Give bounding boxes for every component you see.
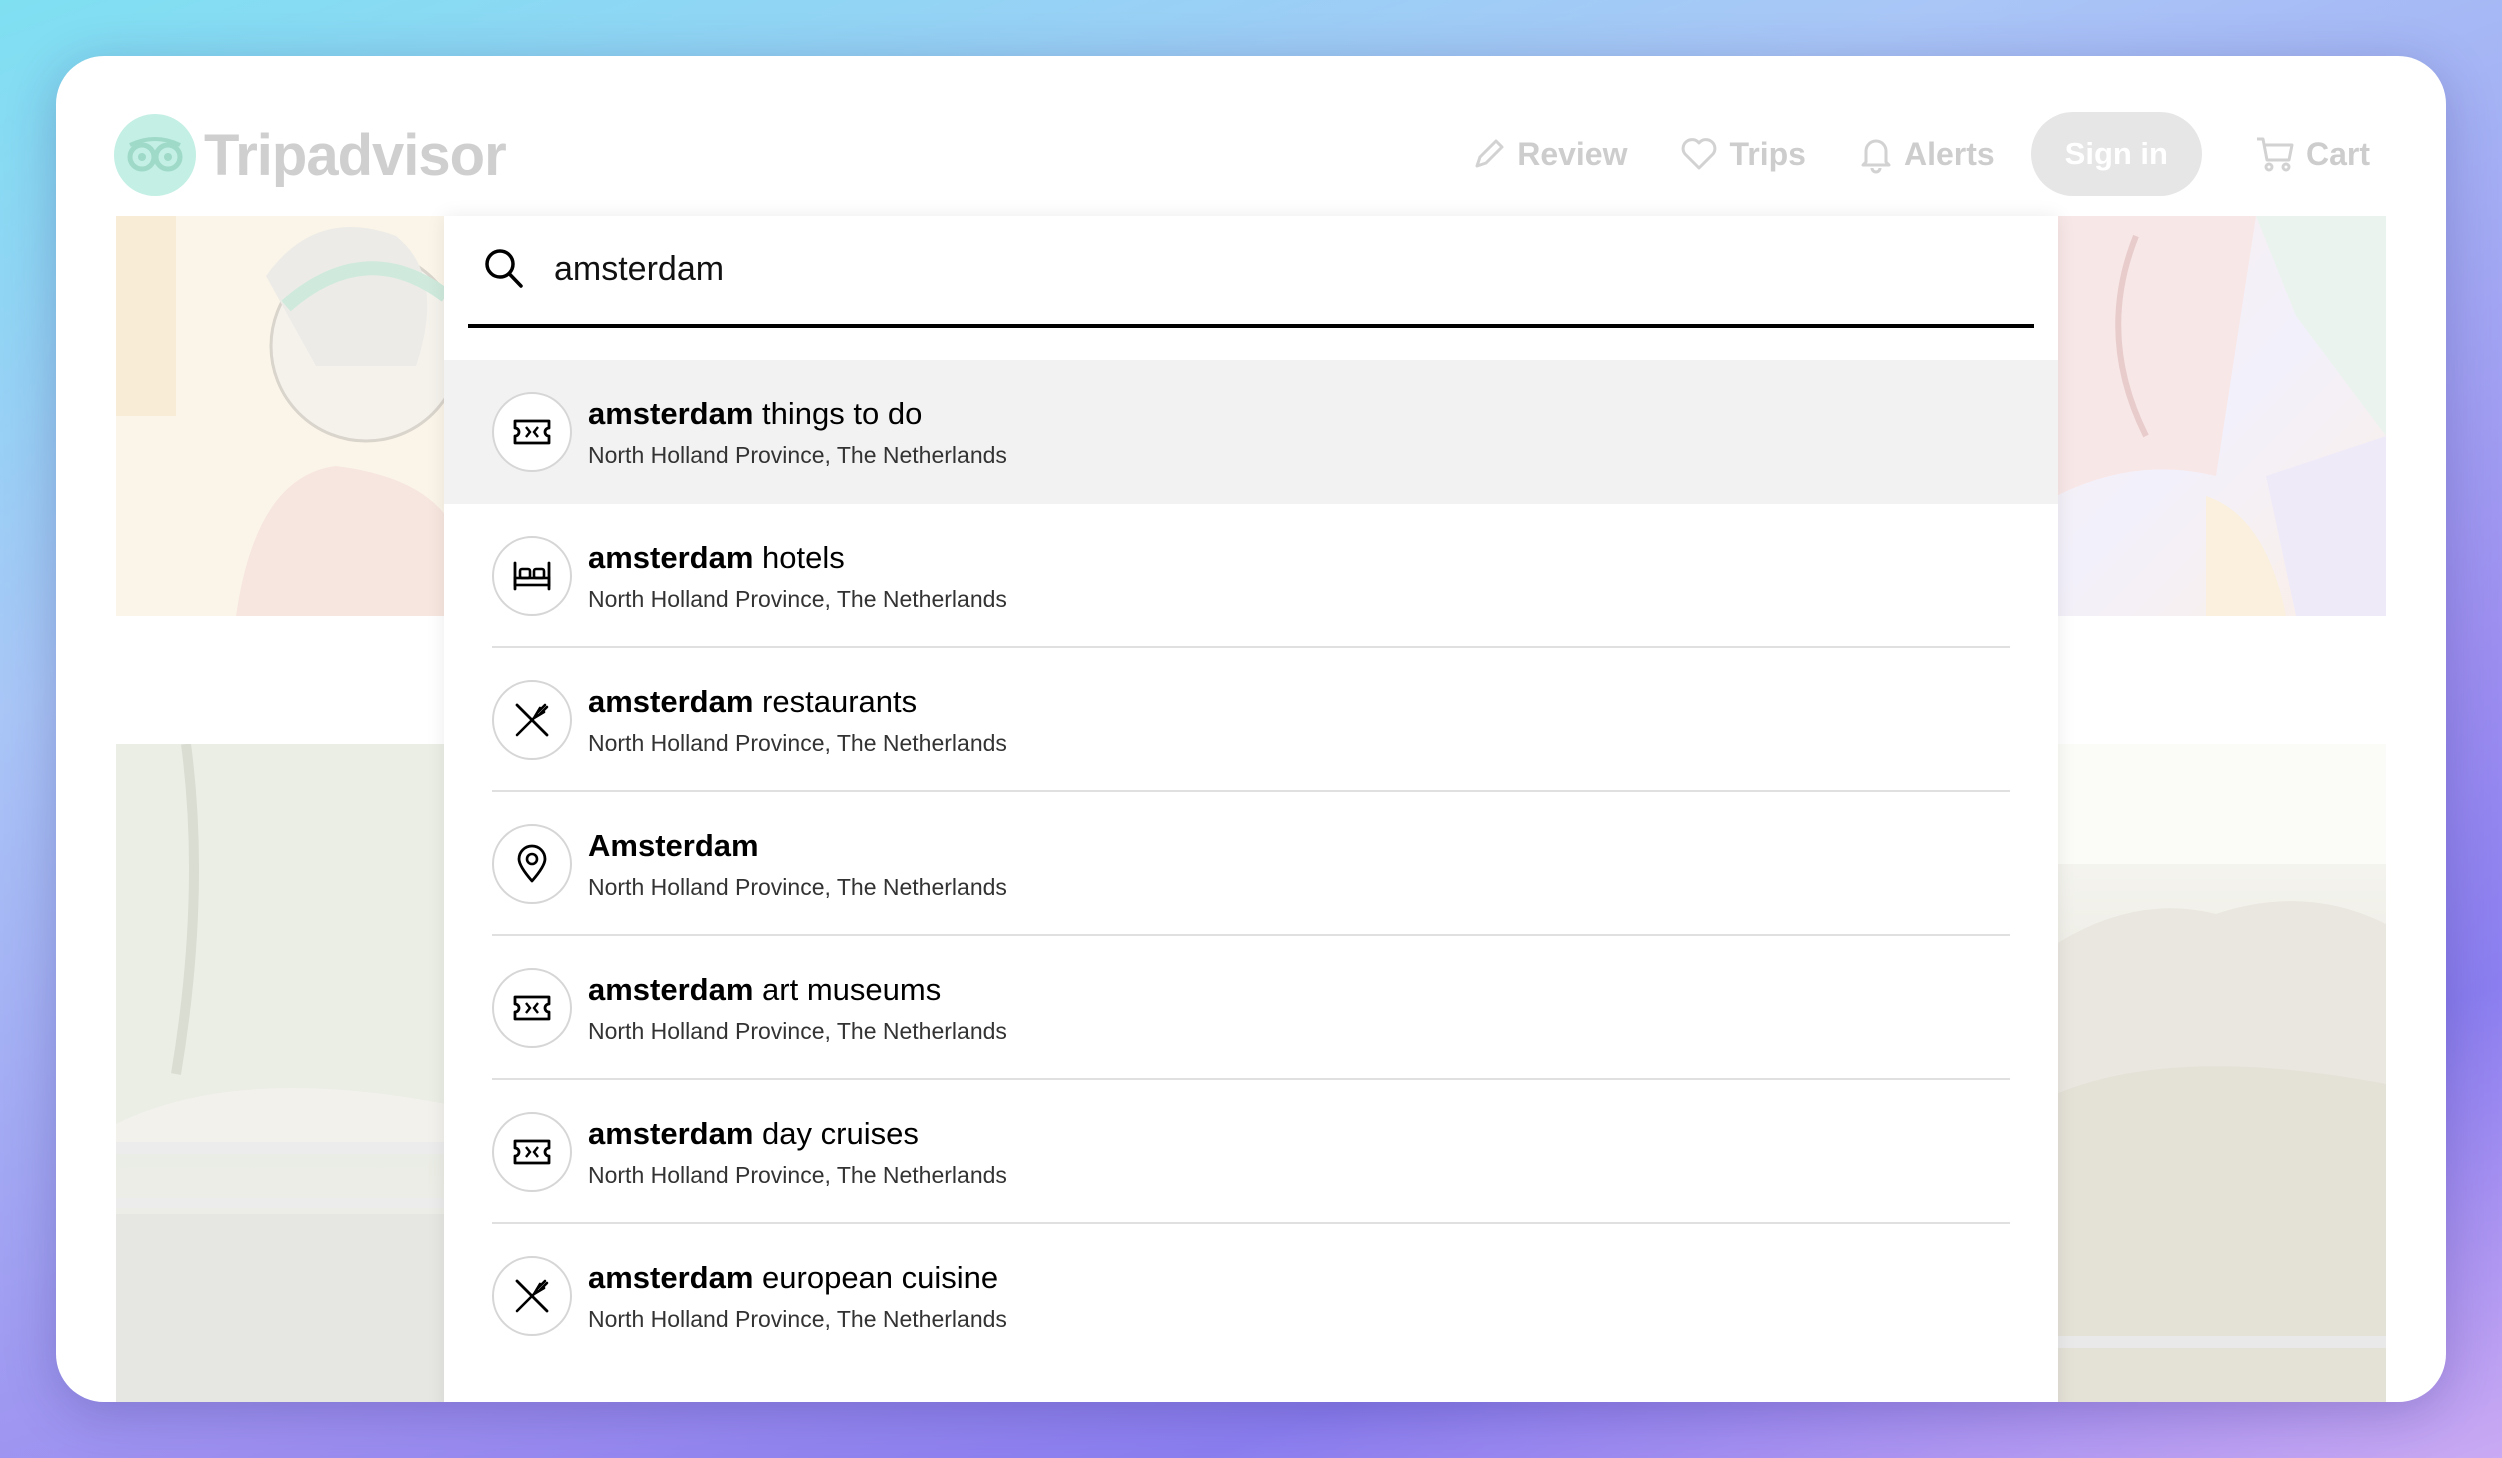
result-query: amsterdam <box>588 972 754 1007</box>
search-result[interactable]: amsterdam european cuisine North Holland… <box>444 1224 2058 1368</box>
search-result[interactable]: amsterdam restaurants North Holland Prov… <box>444 648 2058 792</box>
result-category: art museums <box>753 972 942 1007</box>
cart-icon <box>2256 137 2294 172</box>
result-title: amsterdam things to do <box>588 396 922 432</box>
search-results: amsterdam things to do North Holland Pro… <box>444 360 2058 1368</box>
ticket-icon <box>492 392 572 472</box>
review-link[interactable]: Review <box>1471 136 1627 173</box>
result-location: North Holland Province, The Netherlands <box>588 586 1007 612</box>
result-category: things to do <box>753 396 923 431</box>
tripadvisor-logo[interactable]: Tripadvisor <box>114 114 507 196</box>
logo-text: Tripadvisor <box>204 122 507 188</box>
cart-label: Cart <box>2305 135 2370 172</box>
trips-label: Trips <box>1729 135 1806 172</box>
result-category: hotels <box>753 540 845 575</box>
map-pin-icon <box>492 824 572 904</box>
result-query: amsterdam <box>588 1116 754 1151</box>
illustration-tile-left <box>116 216 446 616</box>
alerts-label: Alerts <box>1903 135 1995 172</box>
result-location: North Holland Province, The Netherlands <box>588 874 1007 900</box>
result-query: amsterdam <box>588 396 754 431</box>
divider <box>2056 1336 2386 1348</box>
result-location: North Holland Province, The Netherlands <box>588 730 1007 756</box>
ticket-icon <box>492 1112 572 1192</box>
fork-knife-icon <box>492 1256 572 1336</box>
search-dropdown: amsterdam things to do North Holland Pro… <box>444 216 2058 1402</box>
search-input[interactable] <box>552 236 1956 302</box>
cart-link[interactable]: Cart <box>2254 134 2370 174</box>
result-query: amsterdam <box>588 684 754 719</box>
result-location: North Holland Province, The Netherlands <box>588 442 1007 468</box>
photo-tile-left <box>116 744 446 1402</box>
site-header: Tripadvisor Review Trips Alerts Sign in <box>56 56 2446 216</box>
trips-link[interactable]: Trips <box>1679 135 1806 173</box>
review-label: Review <box>1517 135 1628 172</box>
result-title: Amsterdam <box>588 828 759 864</box>
result-title: amsterdam day cruises <box>588 1116 919 1152</box>
bed-icon <box>492 536 572 616</box>
search-icon <box>485 249 523 288</box>
alerts-link[interactable]: Alerts <box>1858 134 1995 174</box>
result-query: amsterdam <box>588 540 754 575</box>
search-result[interactable]: amsterdam day cruises North Holland Prov… <box>444 1080 2058 1224</box>
illustration-tile-right <box>2056 216 2386 616</box>
search-result[interactable]: amsterdam things to do North Holland Pro… <box>444 360 2058 504</box>
search-bar <box>468 216 2034 328</box>
result-title: amsterdam hotels <box>588 540 845 576</box>
sign-in-button[interactable]: Sign in <box>2030 112 2202 196</box>
bell-icon <box>1861 139 1891 174</box>
photo-tile-right <box>2056 744 2386 1402</box>
search-result[interactable]: amsterdam hotels North Holland Province,… <box>444 504 2058 648</box>
result-title: amsterdam art museums <box>588 972 941 1008</box>
result-query: amsterdam <box>588 1260 754 1295</box>
result-query: Amsterdam <box>588 828 759 863</box>
result-location: North Holland Province, The Netherlands <box>588 1306 1007 1332</box>
divider <box>116 1198 446 1208</box>
ticket-icon <box>492 968 572 1048</box>
result-category: european cuisine <box>753 1260 999 1295</box>
owl-logo-icon <box>114 114 196 196</box>
top-nav: Review Trips Alerts Sign in Cart <box>1419 112 2370 196</box>
result-title: amsterdam restaurants <box>588 684 917 720</box>
result-category: restaurants <box>753 684 918 719</box>
browser-window: Tripadvisor Review Trips Alerts Sign in <box>56 56 2446 1402</box>
heart-icon <box>1682 138 1717 170</box>
result-location: North Holland Province, The Netherlands <box>588 1162 1007 1188</box>
result-category: day cruises <box>753 1116 919 1151</box>
result-title: amsterdam european cuisine <box>588 1260 998 1296</box>
search-result[interactable]: Amsterdam North Holland Province, The Ne… <box>444 792 2058 936</box>
fork-knife-icon <box>492 680 572 760</box>
result-location: North Holland Province, The Netherlands <box>588 1018 1007 1044</box>
search-result[interactable]: amsterdam art museums North Holland Prov… <box>444 936 2058 1080</box>
pencil-icon <box>1475 139 1504 168</box>
divider <box>116 1142 446 1154</box>
